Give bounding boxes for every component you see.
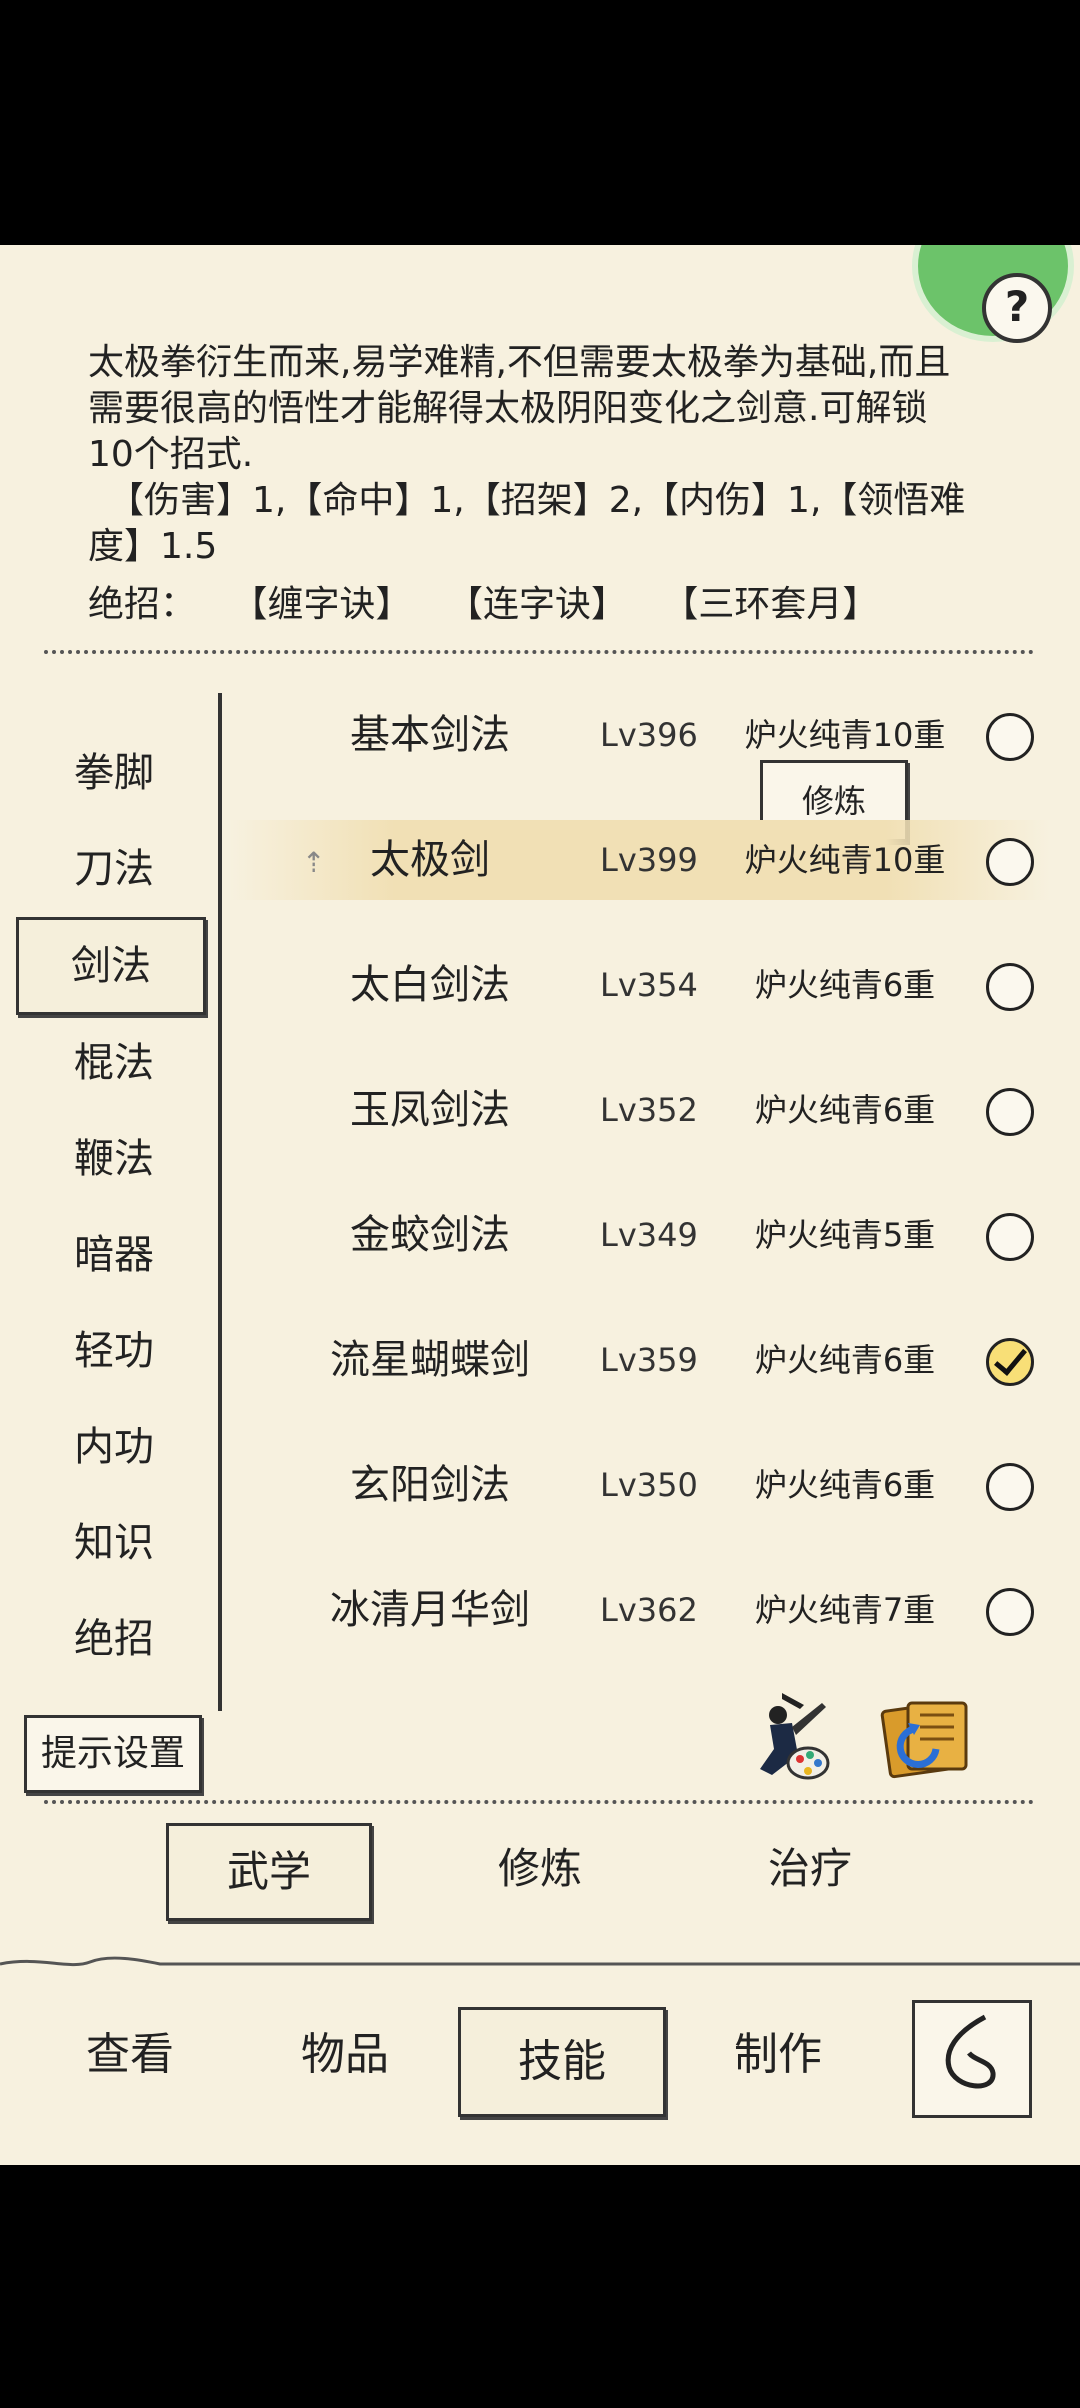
select-checkbox[interactable] bbox=[986, 713, 1034, 761]
skill-level: Lv362 bbox=[600, 1591, 698, 1629]
description-line: 10个招式. bbox=[88, 434, 254, 475]
skill-name: 玄阳剑法 bbox=[350, 1462, 510, 1508]
martial-palette-icon[interactable] bbox=[742, 1685, 834, 1785]
tab-zhiliao[interactable]: 治疗 bbox=[710, 1823, 910, 1915]
skill-name: 太白剑法 bbox=[350, 962, 510, 1008]
skill-description: 太极拳衍生而来,易学难精,不但需要太极拳为基础,而且 需要很高的悟性才能解得太极… bbox=[88, 340, 988, 570]
skill-rank: 炉火纯青6重 bbox=[754, 1091, 936, 1129]
skill-row[interactable]: 金蛟剑法 Lv349 炉火纯青5重 bbox=[230, 1195, 1050, 1275]
select-checkbox[interactable] bbox=[986, 1463, 1034, 1511]
skill-level: Lv396 bbox=[600, 716, 698, 754]
category-zhishi[interactable]: 知识 bbox=[16, 1495, 212, 1591]
brush-divider bbox=[0, 1956, 1080, 1967]
column-divider bbox=[218, 693, 222, 1711]
hint-settings-button[interactable]: 提示设置 bbox=[24, 1715, 202, 1793]
category-gunfa[interactable]: 棍法 bbox=[16, 1015, 212, 1111]
skill-row[interactable]: 冰清月华剑 Lv362 炉火纯青7重 bbox=[230, 1570, 1050, 1650]
ultimate-moves: 绝招： 【缠字诀】 【连字诀】 【三环套月】 bbox=[88, 575, 902, 627]
select-checkbox[interactable] bbox=[986, 1213, 1034, 1261]
select-checkbox-checked[interactable] bbox=[986, 1338, 1034, 1386]
skill-name: 金蛟剑法 bbox=[350, 1212, 510, 1258]
category-neigong[interactable]: 内功 bbox=[16, 1399, 212, 1495]
select-checkbox[interactable] bbox=[986, 838, 1034, 886]
skill-level: Lv350 bbox=[600, 1466, 698, 1504]
skill-name: 冰清月华剑 bbox=[330, 1587, 530, 1633]
category-qinggong[interactable]: 轻功 bbox=[16, 1303, 212, 1399]
skill-rank: 炉火纯青6重 bbox=[754, 1341, 936, 1379]
skill-row[interactable]: ⇡ 太极剑 Lv399 炉火纯青10重 bbox=[230, 820, 1050, 900]
category-daofa[interactable]: 刀法 bbox=[16, 821, 212, 917]
divider bbox=[44, 650, 1034, 654]
skill-level: Lv359 bbox=[600, 1341, 698, 1379]
nav-skills[interactable]: 技能 bbox=[458, 2007, 666, 2117]
select-checkbox[interactable] bbox=[986, 1088, 1034, 1136]
description-stats: 度】1.5 bbox=[88, 526, 218, 567]
description-line: 需要很高的悟性才能解得太极阴阳变化之剑意.可解锁 bbox=[88, 388, 928, 429]
skill-level: Lv354 bbox=[600, 966, 698, 1004]
description-line: 太极拳衍生而来,易学难精,不但需要太极拳为基础,而且 bbox=[88, 342, 951, 383]
description-stats: 【伤害】1,【命中】1,【招架】2,【内伤】1,【领悟难 bbox=[108, 480, 966, 521]
category-bianfa[interactable]: 鞭法 bbox=[16, 1111, 212, 1207]
category-juezhao[interactable]: 绝招 bbox=[16, 1591, 212, 1687]
skill-row[interactable]: 流星蝴蝶剑 Lv359 炉火纯青6重 bbox=[230, 1320, 1050, 1400]
skill-name: 玉凤剑法 bbox=[350, 1087, 510, 1133]
skill-level: Lv352 bbox=[600, 1091, 698, 1129]
skill-rank: 炉火纯青6重 bbox=[754, 966, 936, 1004]
back-arrow-icon bbox=[945, 2014, 996, 2089]
skill-level: Lv349 bbox=[600, 1216, 698, 1254]
ultimate-move[interactable]: 【连字诀】 bbox=[447, 584, 627, 625]
swap-book-icon[interactable] bbox=[878, 1693, 978, 1783]
select-checkbox[interactable] bbox=[986, 1588, 1034, 1636]
select-checkbox[interactable] bbox=[986, 963, 1034, 1011]
category-anqi[interactable]: 暗器 bbox=[16, 1207, 212, 1303]
skill-name: 基本剑法 bbox=[350, 712, 510, 758]
back-button[interactable] bbox=[912, 2000, 1032, 2118]
nav-view[interactable]: 查看 bbox=[60, 2020, 200, 2090]
skills-screen: ? 太极拳衍生而来,易学难精,不但需要太极拳为基础,而且 需要很高的悟性才能解得… bbox=[0, 245, 1080, 2165]
tab-wuxue[interactable]: 武学 bbox=[166, 1823, 372, 1921]
divider bbox=[44, 1800, 1034, 1804]
nav-items[interactable]: 物品 bbox=[275, 2020, 415, 2090]
skill-rank: 炉火纯青10重 bbox=[744, 841, 946, 879]
category-quanjiao[interactable]: 拳脚 bbox=[16, 725, 212, 821]
category-list: 拳脚 刀法 剑法 棍法 鞭法 暗器 轻功 内功 知识 绝招 bbox=[16, 725, 212, 1687]
ultimate-move[interactable]: 【三环套月】 bbox=[662, 584, 878, 625]
skill-level: Lv399 bbox=[600, 841, 698, 879]
skill-row[interactable]: 基本剑法 Lv396 炉火纯青10重 bbox=[230, 695, 1050, 775]
ultimate-move[interactable]: 【缠字诀】 bbox=[231, 584, 411, 625]
skill-row[interactable]: 玄阳剑法 Lv350 炉火纯青6重 bbox=[230, 1445, 1050, 1525]
skill-name: 太极剑 bbox=[370, 837, 490, 883]
skill-rank: 炉火纯青6重 bbox=[754, 1466, 936, 1504]
help-button[interactable]: ? bbox=[982, 273, 1052, 343]
skill-name: 流星蝴蝶剑 bbox=[330, 1337, 530, 1383]
skill-row[interactable]: 玉凤剑法 Lv352 炉火纯青6重 bbox=[230, 1070, 1050, 1150]
skill-rank: 炉火纯青5重 bbox=[754, 1216, 936, 1254]
skill-row[interactable]: 太白剑法 Lv354 炉火纯青6重 bbox=[230, 945, 1050, 1025]
sub-tabs: 武学 修炼 治疗 bbox=[0, 1815, 1080, 1925]
tab-xiulian[interactable]: 修炼 bbox=[440, 1823, 640, 1915]
nav-craft[interactable]: 制作 bbox=[708, 2020, 848, 2090]
category-jianfa[interactable]: 剑法 bbox=[16, 917, 206, 1015]
skill-rank: 炉火纯青7重 bbox=[754, 1591, 936, 1629]
ultimate-label: 绝招： bbox=[88, 584, 197, 625]
